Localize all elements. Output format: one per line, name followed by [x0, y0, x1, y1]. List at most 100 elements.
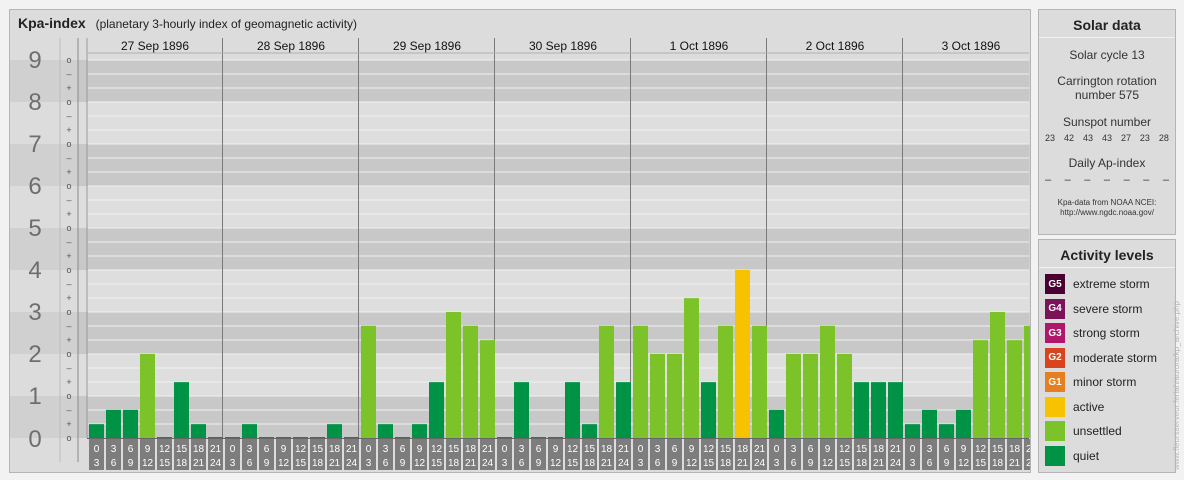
minor-tick-label: + [66, 83, 71, 93]
hour-start-label: 6 [672, 444, 678, 455]
carrington-line1: Carrington rotation [1057, 74, 1157, 88]
kp-bar [174, 382, 189, 438]
legend-item: G1 minor storm [1045, 372, 1136, 392]
plot-band-2 [78, 312, 1029, 354]
sunspot-value: 23 [1045, 133, 1056, 143]
kp-bar [990, 312, 1005, 438]
day-label: 30 Sep 1896 [529, 39, 597, 53]
hour-start-label: 0 [230, 444, 236, 455]
hour-start-label: 18 [1009, 444, 1021, 455]
minor-tick-label: o [66, 139, 71, 149]
minor-tick-label: o [66, 391, 71, 401]
legend-label: quiet [1073, 448, 1100, 463]
kp-bar [837, 354, 852, 438]
hour-start-label: 0 [638, 444, 644, 455]
day-label: 27 Sep 1896 [121, 39, 189, 53]
hour-end-label: 21 [193, 458, 205, 469]
carrington-line2: number 575 [1074, 88, 1140, 102]
day-label: 3 Oct 1896 [942, 39, 1001, 53]
hour-start-label: 9 [417, 444, 423, 455]
hour-end-label: 3 [366, 458, 372, 469]
minor-tick-label: o [66, 55, 71, 65]
kp-bar [769, 409, 784, 438]
legend-item: G5 extreme storm [1045, 274, 1150, 294]
ap-value: – [1064, 174, 1071, 186]
minor-tick-label: + [66, 125, 71, 135]
minor-tick-label: + [66, 251, 71, 261]
minor-tick-label: – [66, 279, 71, 289]
minor-tick-label: – [66, 69, 71, 79]
legend-label: active [1073, 399, 1105, 414]
hour-start-label: 12 [159, 444, 171, 455]
hour-start-label: 15 [720, 444, 732, 455]
hour-end-label: 24 [618, 458, 630, 469]
minor-tick-label: – [66, 405, 71, 415]
hour-start-label: 3 [519, 444, 525, 455]
y-tick-label: 7 [28, 131, 41, 158]
kp-bar [548, 437, 563, 438]
ap-value: – [1123, 174, 1130, 186]
minor-tick-label: – [66, 237, 71, 247]
kp-bar [939, 424, 954, 438]
ap-value: – [1162, 174, 1169, 186]
sunspot-label: Sunspot number [1062, 115, 1152, 129]
y-tick-label: 0 [28, 426, 41, 453]
hour-end-label: 21 [329, 458, 341, 469]
hour-end-label: 12 [550, 458, 562, 469]
minor-tick-label: – [66, 363, 71, 373]
hour-end-label: 6 [655, 458, 661, 469]
legend-item: active [1045, 396, 1105, 417]
hour-start-label: 15 [176, 444, 188, 455]
hour-start-label: 9 [553, 444, 559, 455]
hour-end-label: 15 [159, 458, 171, 469]
hour-start-label: 0 [366, 444, 372, 455]
hour-start-label: 15 [856, 444, 868, 455]
day-label: 29 Sep 1896 [393, 39, 461, 53]
hour-start-label: 21 [754, 444, 766, 455]
legend-item: unsettled [1045, 421, 1122, 441]
legend-swatch [1045, 396, 1065, 417]
watermark-url: www.fleursserveur.ferlah/aurora/kp_archi… [1172, 301, 1181, 470]
ap-value: – [1084, 174, 1091, 186]
legend-item: G3 strong storm [1045, 323, 1140, 343]
hour-start-label: 21 [890, 444, 902, 455]
kp-bar [701, 382, 716, 438]
hour-start-label: 21 [1026, 444, 1030, 455]
kpa-bar-chart: 0123456789o+o+–o+–o+–o+–o+–o+–o+–o+–o–27… [10, 38, 1030, 470]
solar-data-panel: Solar data Solar cycle 13 Carrington rot… [1038, 9, 1176, 235]
hour-end-label: 3 [774, 458, 780, 469]
hour-end-label: 9 [264, 458, 270, 469]
y-tick-label: 4 [28, 257, 41, 284]
hour-start-label: 21 [618, 444, 630, 455]
kp-bar [599, 325, 614, 438]
ap-values: – – – – – – – [1039, 174, 1175, 186]
kp-bar [565, 382, 580, 438]
kp-bar [684, 298, 699, 438]
y-tick-label: 2 [28, 341, 41, 368]
kp-bar [667, 354, 682, 438]
hour-end-label: 12 [822, 458, 834, 469]
hour-end-label: 15 [567, 458, 579, 469]
kp-bar [871, 382, 886, 438]
hour-end-label: 21 [465, 458, 477, 469]
sunspot-value: 28 [1158, 133, 1169, 143]
kp-bar [786, 354, 801, 438]
ap-value: – [1143, 174, 1150, 186]
y-tick-label: 3 [28, 299, 41, 326]
kp-bar [208, 437, 223, 438]
hour-end-label: 24 [346, 458, 358, 469]
hour-start-label: 18 [601, 444, 613, 455]
kp-bar [582, 424, 597, 438]
hour-end-label: 3 [910, 458, 916, 469]
minor-tick-label: o [66, 265, 71, 275]
legend-swatch: G4 [1045, 298, 1065, 319]
minor-tick-label: + [66, 293, 71, 303]
hour-end-label: 18 [992, 458, 1004, 469]
legend-item: G4 severe storm [1045, 298, 1142, 319]
hour-start-label: 18 [873, 444, 885, 455]
hour-end-label: 6 [519, 458, 525, 469]
hour-start-label: 6 [400, 444, 406, 455]
hour-start-label: 0 [774, 444, 780, 455]
hour-end-label: 6 [383, 458, 389, 469]
legend-swatch: G2 [1045, 347, 1065, 368]
